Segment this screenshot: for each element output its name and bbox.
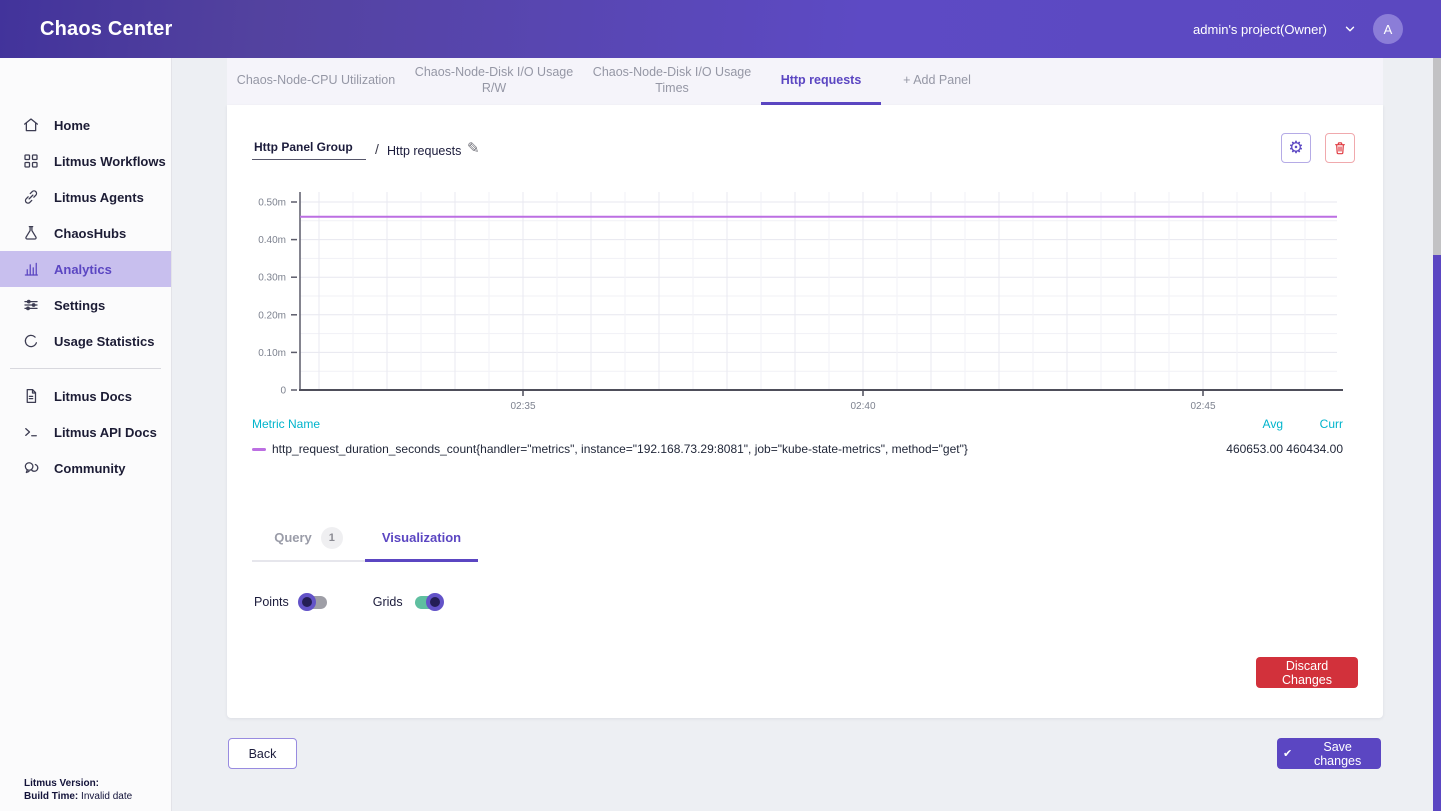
sidebar-docs-nav: Litmus Docs Litmus API Docs Community — [0, 378, 171, 486]
tab-query[interactable]: Query 1 — [252, 515, 365, 562]
legend-metric-name-header: Metric Name — [252, 417, 320, 431]
check-icon: ✔ — [1283, 747, 1292, 760]
app-title: Chaos Center — [40, 18, 172, 41]
svg-text:02:35: 02:35 — [510, 401, 535, 412]
legend-avg-header: Avg — [1203, 417, 1283, 431]
sidebar-item-label: Usage Statistics — [54, 334, 154, 349]
chat-icon — [22, 459, 40, 477]
toggle-label: Grids — [373, 595, 403, 609]
sliders-icon — [22, 296, 40, 314]
workflows-icon — [22, 152, 40, 170]
chart-svg: 0.50m 0.40m 0.30m 0.20m 0.10m 0 02:35 02:40 02:4… — [250, 190, 1345, 415]
sidebar-item-analytics[interactable]: Analytics — [0, 251, 171, 287]
app-header: Chaos Center admin's project(Owner) A — [0, 0, 1441, 58]
svg-text:0.10m: 0.10m — [258, 348, 286, 359]
flask-icon — [22, 224, 40, 242]
scrollbar-thumb-top[interactable] — [1433, 58, 1441, 255]
sidebar-item-community[interactable]: Community — [0, 450, 171, 486]
build-time-value: Invalid date — [78, 791, 132, 802]
sidebar-item-label: ChaosHubs — [54, 226, 126, 241]
legend-curr-header: Curr — [1293, 417, 1343, 431]
sidebar-item-label: Litmus Agents — [54, 190, 144, 205]
sidebar-item-label: Settings — [54, 298, 105, 313]
svg-text:02:45: 02:45 — [1190, 401, 1215, 412]
svg-text:0.30m: 0.30m — [258, 273, 286, 284]
panel-tab-add-panel[interactable]: + Add Panel — [881, 58, 993, 105]
sidebar-item-settings[interactable]: Settings — [0, 287, 171, 323]
version-info: Litmus Version: Build Time: Invalid date — [24, 777, 132, 803]
sidebar-item-label: Litmus Workflows — [54, 154, 166, 169]
toggle-knob — [298, 593, 316, 611]
toggle-group-points: Points — [254, 595, 327, 609]
panel-tab-http-requests[interactable]: Http requests — [761, 58, 881, 105]
analytics-icon — [22, 260, 40, 278]
sidebar-divider — [10, 368, 161, 369]
chevron-down-icon[interactable] — [1343, 22, 1357, 36]
panel-group-name-input[interactable] — [252, 140, 366, 160]
trash-icon — [1332, 140, 1348, 156]
avatar[interactable]: A — [1373, 14, 1403, 44]
svg-text:0.20m: 0.20m — [258, 310, 286, 321]
panel-tab-bar: Chaos-Node-CPU UtilizationChaos-Node-Dis… — [227, 58, 1383, 106]
svg-text:02:40: 02:40 — [850, 401, 875, 412]
toggle-label: Points — [254, 595, 289, 609]
legend-avg-value: 460653.00 — [1203, 442, 1283, 456]
sidebar-item-litmus-workflows[interactable]: Litmus Workflows — [0, 143, 171, 179]
points-toggle[interactable] — [301, 596, 327, 609]
discard-changes-button[interactable]: Discard Changes — [1256, 657, 1358, 688]
sidebar-item-litmus-docs[interactable]: Litmus Docs — [0, 378, 171, 414]
panel-editor-card: / Http requests ✎ ⚙ 0.50m 0.40m 0.30m 0.20m… — [227, 105, 1383, 718]
query-count-badge: 1 — [321, 527, 343, 549]
panel-tab-chaos-node-disk-i-o-usage-r-w[interactable]: Chaos-Node-Disk I/O Usage R/W — [405, 58, 583, 105]
sidebar-item-chaoshubs[interactable]: ChaosHubs — [0, 215, 171, 251]
sidebar-item-usage-statistics[interactable]: Usage Statistics — [0, 323, 171, 359]
sidebar-item-home[interactable]: Home — [0, 107, 171, 143]
legend-curr-value: 460434.00 — [1283, 442, 1343, 456]
back-button[interactable]: Back — [228, 738, 297, 769]
toggle-knob — [426, 593, 444, 611]
build-time-label: Build Time: — [24, 791, 78, 802]
save-changes-label: Save changes — [1300, 740, 1375, 768]
project-switcher[interactable]: admin's project(Owner) — [1193, 22, 1327, 37]
legend-series-color-swatch — [252, 448, 266, 451]
sidebar-item-litmus-api-docs[interactable]: Litmus API Docs — [0, 414, 171, 450]
metrics-chart: 0.50m 0.40m 0.30m 0.20m 0.10m 0 02:35 02:40 02:4… — [250, 190, 1345, 415]
chaos-center-app: Chaos Center admin's project(Owner) A Ho… — [0, 0, 1441, 811]
litmus-version-label: Litmus Version: — [24, 778, 99, 789]
edit-pencil-icon[interactable]: ✎ — [467, 139, 480, 157]
svg-text:0: 0 — [280, 386, 286, 397]
home-icon — [22, 116, 40, 134]
panel-settings-button[interactable]: ⚙ — [1281, 133, 1311, 163]
terminal-icon — [22, 423, 40, 441]
sidebar-item-label: Litmus Docs — [54, 389, 132, 404]
legend-metric-name: http_request_duration_seconds_count{hand… — [272, 442, 1192, 456]
panel-delete-button[interactable] — [1325, 133, 1355, 163]
svg-text:0.50m: 0.50m — [258, 198, 286, 209]
grids-toggle[interactable] — [415, 596, 441, 609]
sidebar-item-label: Litmus API Docs — [54, 425, 157, 440]
panel-tab-chaos-node-disk-i-o-usage-times[interactable]: Chaos-Node-Disk I/O Usage Times — [583, 58, 761, 105]
scrollbar-thumb[interactable] — [1433, 255, 1441, 811]
sidebar-nav: Home Litmus Workflows Litmus Agents ChaosHu… — [0, 58, 171, 359]
visualization-toggles: Points Grids — [254, 595, 441, 609]
save-changes-button[interactable]: ✔ Save changes — [1277, 738, 1381, 769]
sidebar-item-label: Home — [54, 118, 90, 133]
tab-visualization[interactable]: Visualization — [365, 515, 478, 562]
editor-tabs: Query 1 Visualization — [252, 515, 478, 562]
document-icon — [22, 387, 40, 405]
tab-query-label: Query — [274, 530, 312, 545]
svg-text:0.40m: 0.40m — [258, 235, 286, 246]
link-icon — [22, 188, 40, 206]
circle-icon — [22, 332, 40, 350]
sidebar: Home Litmus Workflows Litmus Agents ChaosHu… — [0, 58, 172, 811]
panel-tab-chaos-node-cpu-utilization[interactable]: Chaos-Node-CPU Utilization — [227, 58, 405, 105]
toggle-group-grids: Grids — [373, 595, 441, 609]
sidebar-item-label: Analytics — [54, 262, 112, 277]
tab-visualization-label: Visualization — [382, 530, 461, 545]
panel-name: Http requests — [387, 144, 461, 158]
sidebar-item-label: Community — [54, 461, 126, 476]
gear-icon: ⚙ — [1288, 138, 1303, 158]
sidebar-item-litmus-agents[interactable]: Litmus Agents — [0, 179, 171, 215]
breadcrumb-separator: / — [375, 141, 379, 157]
